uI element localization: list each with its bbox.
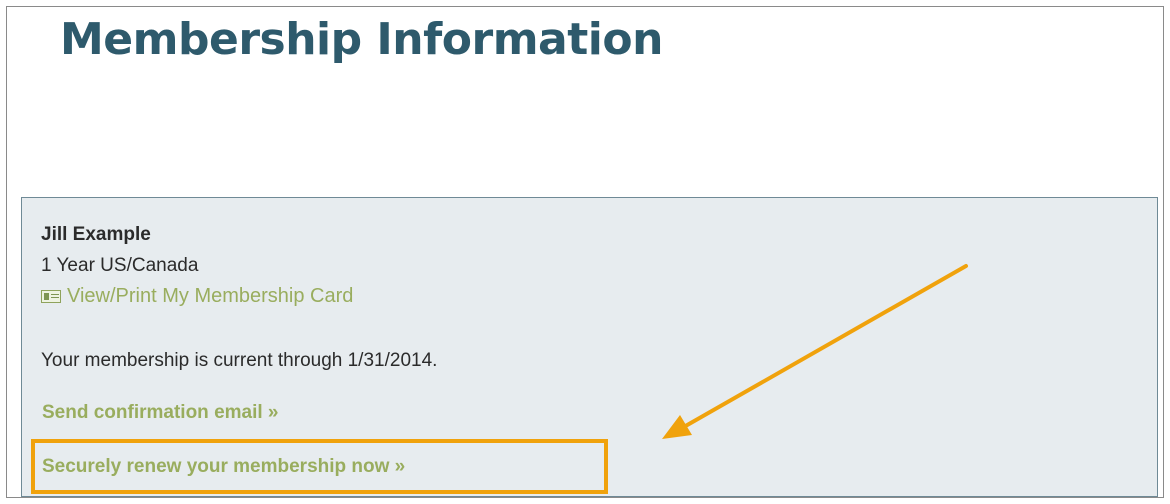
member-name: Jill Example — [41, 224, 151, 245]
view-print-card-label: View/Print My Membership Card — [67, 285, 354, 307]
membership-status: Your membership is current through 1/31/… — [41, 350, 438, 371]
membership-plan: 1 Year US/Canada — [41, 255, 199, 276]
view-print-card-link[interactable]: View/Print My Membership Card — [41, 285, 353, 308]
membership-card-icon — [41, 290, 61, 303]
send-confirmation-email-link[interactable]: Send confirmation email » — [42, 402, 279, 424]
renew-highlight-box — [31, 439, 608, 494]
page-title: Membership Information — [60, 14, 663, 65]
